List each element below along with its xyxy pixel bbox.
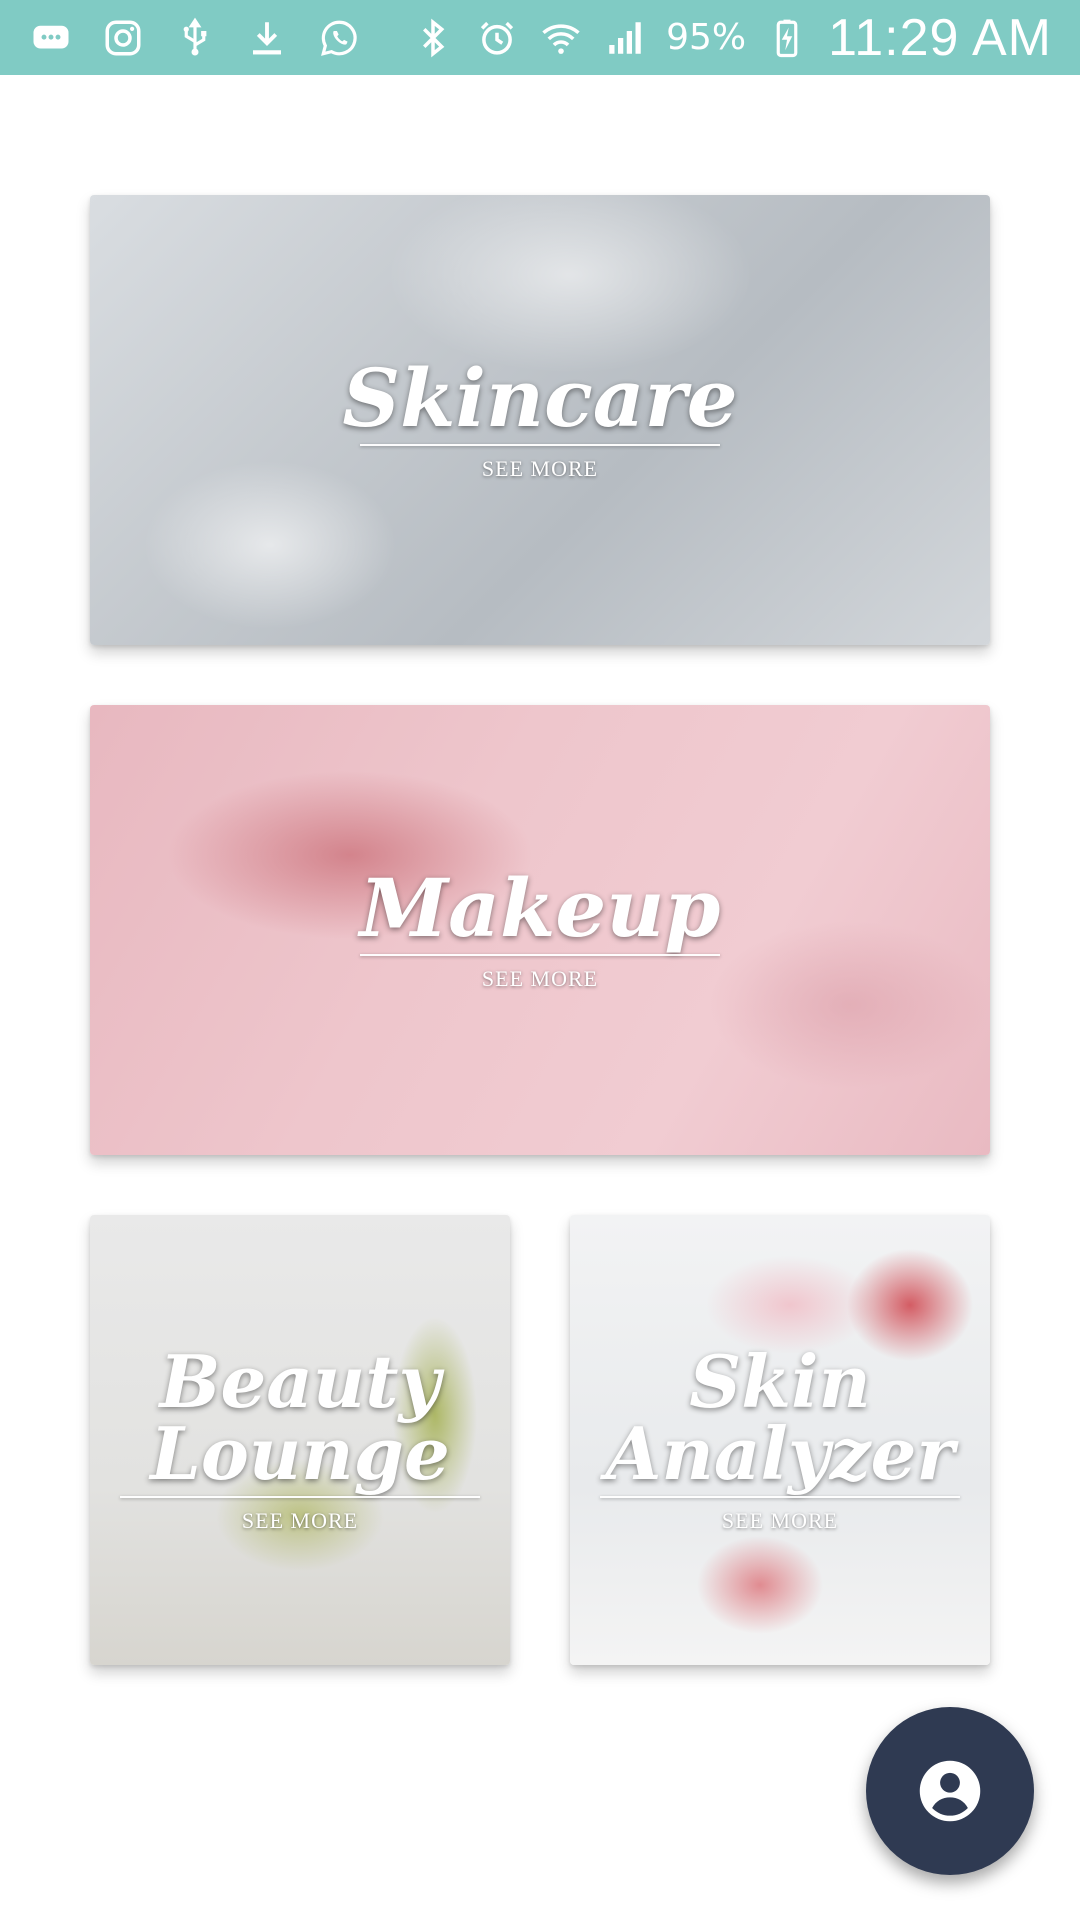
whatsapp-icon bbox=[316, 15, 362, 61]
status-bar-system: 95% 11:29 AM bbox=[410, 8, 1052, 68]
instagram-icon bbox=[100, 15, 146, 61]
account-circle-icon bbox=[919, 1760, 981, 1822]
card-makeup[interactable]: Makeup SEE MORE bbox=[90, 705, 990, 1155]
card-beauty-lounge-overlay: Beauty Lounge SEE MORE bbox=[90, 1215, 510, 1665]
alarm-icon bbox=[474, 15, 520, 61]
card-skincare[interactable]: Skincare SEE MORE bbox=[90, 195, 990, 645]
card-beauty-lounge-divider bbox=[120, 1496, 480, 1498]
download-icon bbox=[244, 15, 290, 61]
profile-fab-button[interactable] bbox=[866, 1707, 1034, 1875]
card-makeup-see-more[interactable]: SEE MORE bbox=[482, 966, 598, 992]
card-beauty-lounge[interactable]: Beauty Lounge SEE MORE bbox=[90, 1215, 510, 1665]
card-skin-analyzer-overlay: Skin Analyzer SEE MORE bbox=[570, 1215, 990, 1665]
wifi-icon bbox=[538, 15, 584, 61]
status-bar: 95% 11:29 AM bbox=[0, 0, 1080, 75]
card-skincare-see-more[interactable]: SEE MORE bbox=[482, 456, 598, 482]
card-skincare-title: Skincare bbox=[342, 351, 738, 445]
card-beauty-lounge-title-line2: Lounge bbox=[150, 1411, 450, 1496]
card-skincare-divider bbox=[360, 444, 720, 446]
card-skin-analyzer-title-line1: Skin bbox=[689, 1339, 871, 1424]
card-skin-analyzer[interactable]: Skin Analyzer SEE MORE bbox=[570, 1215, 990, 1665]
card-beauty-lounge-see-more[interactable]: SEE MORE bbox=[242, 1508, 358, 1534]
card-skin-analyzer-see-more[interactable]: SEE MORE bbox=[722, 1508, 838, 1534]
status-bar-notifications bbox=[28, 15, 362, 61]
bluetooth-icon bbox=[410, 15, 456, 61]
clock: 11:29 AM bbox=[828, 8, 1052, 67]
card-makeup-overlay: Makeup SEE MORE bbox=[90, 705, 990, 1155]
battery-percent: 95% bbox=[666, 17, 747, 58]
card-makeup-divider bbox=[360, 954, 720, 956]
signal-icon bbox=[602, 15, 648, 61]
battery-charging-icon bbox=[764, 15, 810, 61]
chat-bubble-icon bbox=[28, 15, 74, 61]
card-makeup-title: Makeup bbox=[359, 861, 721, 955]
card-skincare-overlay: Skincare SEE MORE bbox=[90, 195, 990, 645]
card-beauty-lounge-title-line1: Beauty bbox=[159, 1339, 441, 1424]
card-skin-analyzer-title-line2: Analyzer bbox=[605, 1411, 955, 1496]
card-skin-analyzer-divider bbox=[600, 1496, 960, 1498]
usb-icon bbox=[172, 15, 218, 61]
